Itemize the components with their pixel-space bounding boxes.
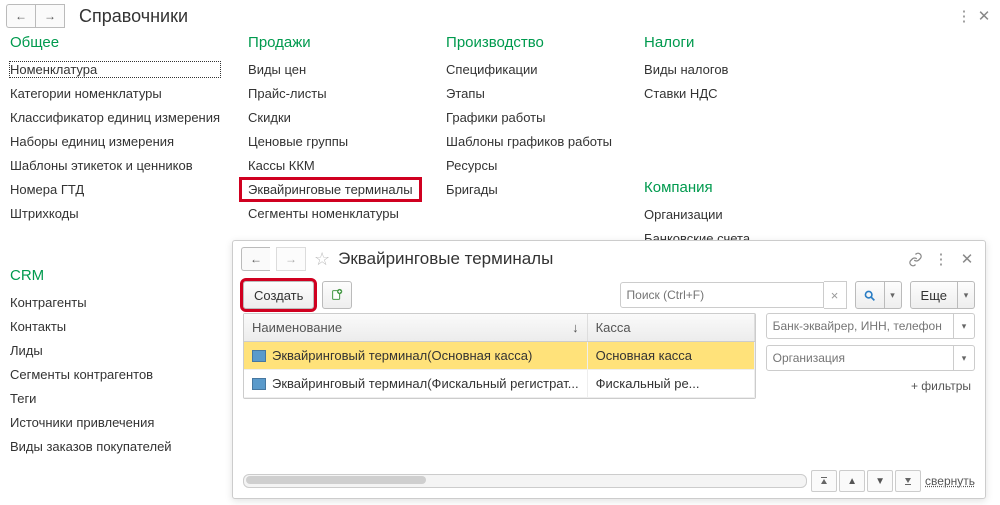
create-button[interactable]: Создать bbox=[243, 281, 314, 309]
terminals-subwindow: ← → ☆ Эквайринговые терминалы ⋮ ✕ Создат… bbox=[232, 240, 986, 499]
search-input[interactable] bbox=[620, 282, 824, 308]
link-etapy[interactable]: Этапы bbox=[446, 86, 616, 101]
link-vidy-cen[interactable]: Виды цен bbox=[248, 62, 418, 77]
search-button[interactable] bbox=[855, 281, 885, 309]
link-grafiki[interactable]: Графики работы bbox=[446, 110, 616, 125]
link-istochniki[interactable]: Источники привлечения bbox=[10, 415, 220, 430]
link-gtd[interactable]: Номера ГТД bbox=[10, 182, 220, 197]
link-nomenklatura[interactable]: Номенклатура bbox=[10, 62, 220, 77]
subwindow-title: Эквайринговые терминалы bbox=[338, 249, 899, 269]
close-icon[interactable]: ✕ bbox=[974, 6, 994, 26]
link-klassifikator[interactable]: Классификатор единиц измерения bbox=[10, 110, 220, 125]
link-acquiring-terminals[interactable]: Эквайринговые терминалы bbox=[248, 182, 418, 197]
link-spec[interactable]: Спецификации bbox=[446, 62, 616, 77]
nav-back-button[interactable]: ← bbox=[6, 4, 35, 28]
page-last-button[interactable] bbox=[895, 470, 921, 492]
col-header-crm: CRM bbox=[10, 267, 220, 284]
more-dropdown[interactable]: ▾ bbox=[958, 281, 975, 309]
col-header-sales: Продажи bbox=[248, 34, 418, 51]
sub-close-icon[interactable]: ✕ bbox=[957, 249, 977, 269]
table-row[interactable]: Эквайринговый терминал(Фискальный регист… bbox=[244, 370, 755, 398]
page-up-button[interactable]: ▲ bbox=[839, 470, 865, 492]
col-header-company: Компания bbox=[644, 179, 814, 196]
sub-nav-forward-button[interactable]: → bbox=[276, 247, 306, 271]
link-shtrih[interactable]: Штрихкоды bbox=[10, 206, 220, 221]
link-icon[interactable] bbox=[905, 249, 925, 269]
link-segmenty-nom[interactable]: Сегменты номенклатуры bbox=[248, 206, 418, 221]
link-stavki-nds[interactable]: Ставки НДС bbox=[644, 86, 814, 101]
kebab-icon[interactable]: ⋮ bbox=[954, 6, 974, 26]
link-tegi[interactable]: Теги bbox=[10, 391, 220, 406]
more-button[interactable]: Еще bbox=[910, 281, 958, 309]
link-cenovye[interactable]: Ценовые группы bbox=[248, 134, 418, 149]
link-lidy[interactable]: Лиды bbox=[10, 343, 220, 358]
table-row[interactable]: Эквайринговый терминал(Основная касса) О… bbox=[244, 342, 755, 370]
more-filters-link[interactable]: + фильтры bbox=[766, 379, 971, 393]
link-vidy-zakazov[interactable]: Виды заказов покупателей bbox=[10, 439, 220, 454]
link-shablony[interactable]: Шаблоны этикеток и ценников bbox=[10, 158, 220, 173]
link-nabory[interactable]: Наборы единиц измерения bbox=[10, 134, 220, 149]
page-down-button[interactable]: ▼ bbox=[867, 470, 893, 492]
page-title: Справочники bbox=[79, 6, 954, 27]
item-icon bbox=[252, 378, 266, 390]
col-name-header[interactable]: Наименование↓ bbox=[244, 314, 588, 341]
col-header-prod: Производство bbox=[446, 34, 616, 51]
bank-filter-dropdown[interactable]: ▾ bbox=[954, 313, 975, 339]
link-kategorii[interactable]: Категории номенклатуры bbox=[10, 86, 220, 101]
h-scrollbar[interactable] bbox=[243, 474, 807, 488]
link-shablony-graf[interactable]: Шаблоны графиков работы bbox=[446, 134, 616, 149]
col-header-taxes: Налоги bbox=[644, 34, 814, 51]
link-segmenty[interactable]: Сегменты контрагентов bbox=[10, 367, 220, 382]
org-filter-dropdown[interactable]: ▾ bbox=[954, 345, 975, 371]
item-icon bbox=[252, 350, 266, 362]
page-first-button[interactable] bbox=[811, 470, 837, 492]
link-prays[interactable]: Прайс-листы bbox=[248, 86, 418, 101]
link-kontragenty[interactable]: Контрагенты bbox=[10, 295, 220, 310]
link-organizacii[interactable]: Организации bbox=[644, 207, 814, 222]
link-brigady[interactable]: Бригады bbox=[446, 182, 616, 197]
col-kassa-header[interactable]: Касса bbox=[588, 314, 755, 341]
copy-button[interactable] bbox=[322, 281, 352, 309]
terminals-table: Наименование↓ Касса Эквайринговый термин… bbox=[243, 313, 756, 399]
col-header-general: Общее bbox=[10, 34, 220, 51]
link-vidy-nalogov[interactable]: Виды налогов bbox=[644, 62, 814, 77]
search-dropdown[interactable]: ▾ bbox=[885, 281, 902, 309]
link-kontakty[interactable]: Контакты bbox=[10, 319, 220, 334]
bank-filter-input[interactable] bbox=[766, 313, 954, 339]
sub-kebab-icon[interactable]: ⋮ bbox=[931, 249, 951, 269]
sub-nav-back-button[interactable]: ← bbox=[241, 247, 270, 271]
nav-forward-button[interactable]: → bbox=[35, 4, 65, 28]
sort-down-icon: ↓ bbox=[572, 320, 579, 335]
link-resursy[interactable]: Ресурсы bbox=[446, 158, 616, 173]
org-filter-input[interactable] bbox=[766, 345, 954, 371]
collapse-link[interactable]: свернуть bbox=[925, 474, 975, 488]
link-kassy[interactable]: Кассы ККМ bbox=[248, 158, 418, 173]
favorite-star-icon[interactable]: ☆ bbox=[314, 249, 330, 270]
link-skidki[interactable]: Скидки bbox=[248, 110, 418, 125]
clear-search-button[interactable]: × bbox=[824, 281, 847, 309]
